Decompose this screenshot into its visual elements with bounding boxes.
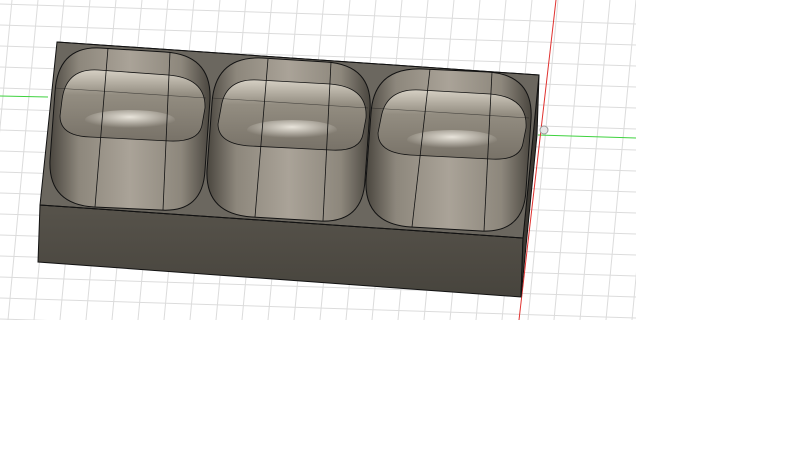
viewport-canvas[interactable]: [0, 0, 800, 449]
pocket-3[interactable]: [365, 68, 532, 232]
tray-model[interactable]: [37, 41, 540, 298]
origin-point-icon[interactable]: [539, 125, 549, 135]
grid-line: [631, 271, 636, 320]
grid-line: [579, 0, 611, 320]
grid-line: [0, 0, 13, 134]
grid-line: [553, 0, 585, 320]
cad-3d-viewport[interactable]: [0, 0, 800, 449]
grid-line: [0, 24, 636, 46]
pocket-1[interactable]: [49, 47, 211, 211]
pocket-2[interactable]: [206, 57, 371, 222]
grid-line: [7, 0, 39, 320]
x-axis-line-right: [537, 134, 637, 139]
grid-line: [0, 3, 636, 25]
grid-line: [0, 297, 636, 319]
x-axis-line: [0, 95, 49, 98]
grid-line: [605, 0, 636, 320]
grid-line: [0, 318, 48, 320]
